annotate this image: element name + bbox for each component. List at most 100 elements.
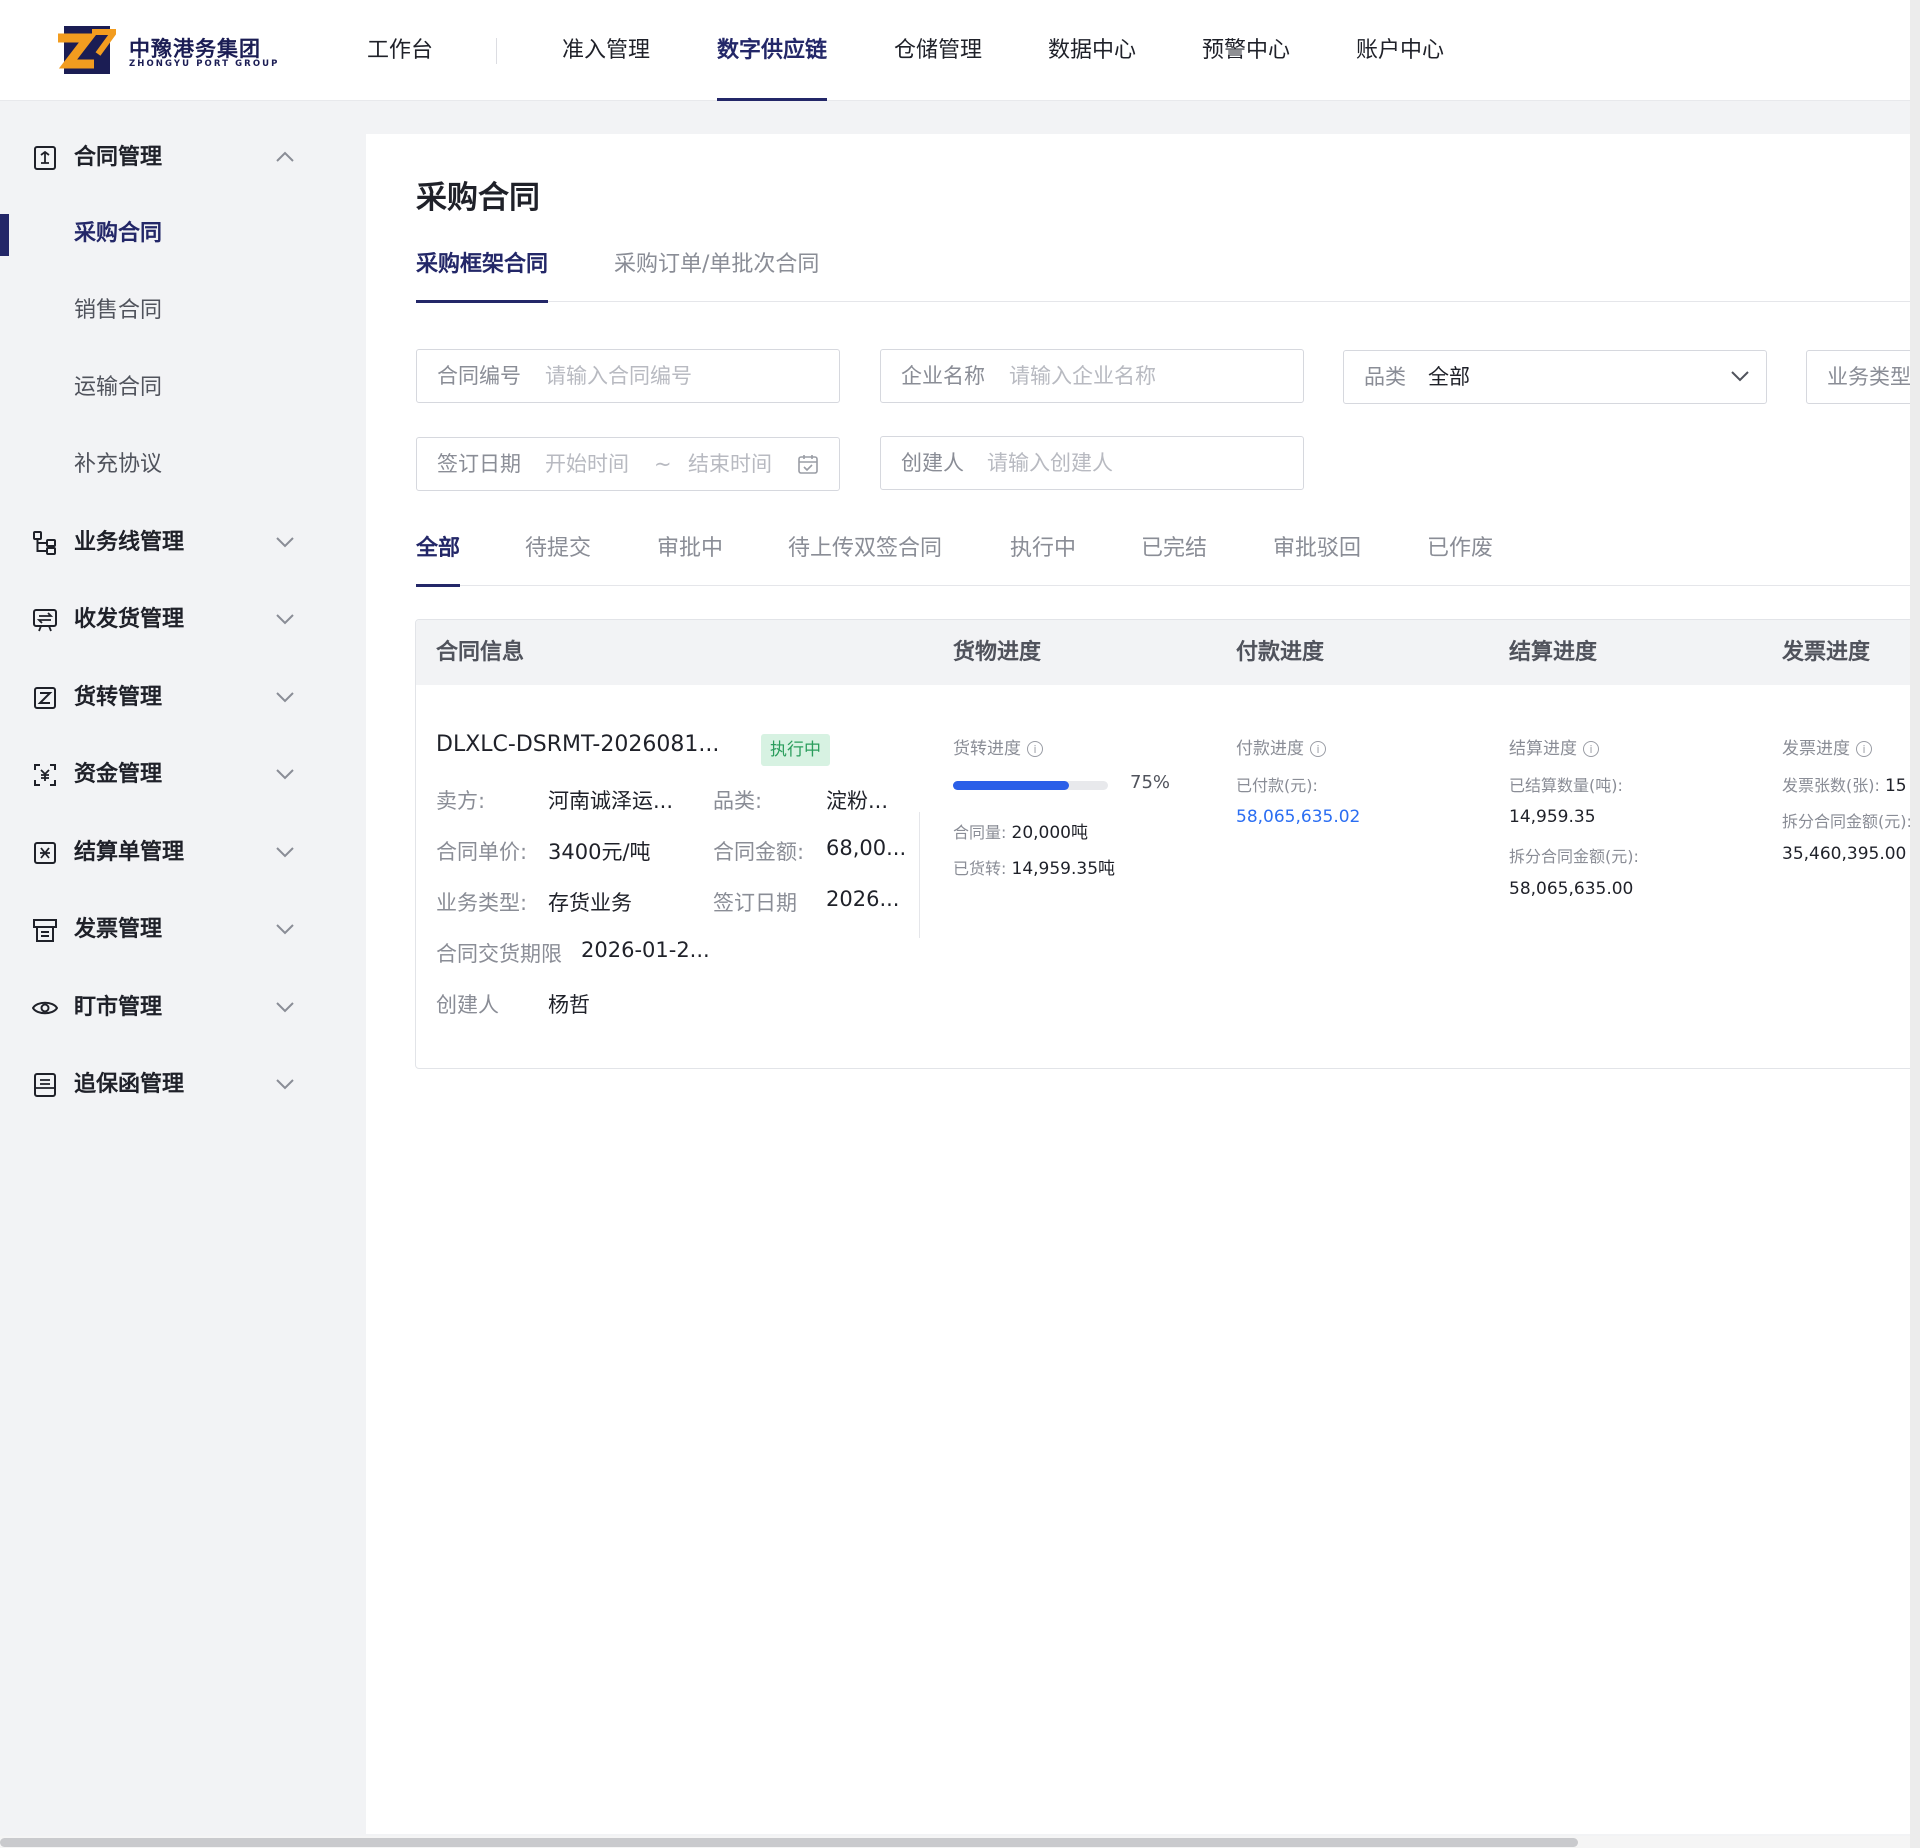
goods-progress-bar: [953, 781, 1108, 790]
sidebar-group-invoice[interactable]: 发票管理: [0, 898, 366, 962]
sidebar-group-business-line[interactable]: 业务线管理: [0, 511, 366, 575]
chevron-down-icon: [276, 537, 294, 548]
creator-field[interactable]: 创建人: [880, 436, 1304, 490]
split-amount-label: 拆分合同金额(元):: [1509, 847, 1639, 866]
info-icon[interactable]: i: [1856, 741, 1872, 757]
main-content-panel: 采购合同 采购框架合同 采购订单/单批次合同 合同编号 企业名称 品类 全部 业…: [366, 134, 1910, 1834]
company-name-input[interactable]: [1009, 351, 1289, 401]
date-range-separator: ~: [654, 452, 672, 476]
start-date-placeholder[interactable]: 开始时间: [545, 438, 629, 490]
company-name-field[interactable]: 企业名称: [880, 349, 1304, 403]
tab-status-voided[interactable]: 已作废: [1427, 524, 1493, 586]
delivery-deadline-label: 合同交货期限: [436, 942, 562, 966]
chevron-down-icon: [276, 847, 294, 858]
tab-status-pending-submit[interactable]: 待提交: [525, 524, 591, 586]
category-selected-value: 全部: [1428, 365, 1470, 389]
business-type-value: 存货业务: [548, 891, 632, 915]
invoice-icon: [33, 919, 57, 942]
nav-item-alert-center[interactable]: 预警中心: [1202, 0, 1290, 101]
company-logo[interactable]: 中豫港务集团 ZHONGYU PORT GROUP: [58, 24, 277, 76]
invoice-split-amount-label: 拆分合同金额(元):: [1782, 812, 1910, 831]
tab-status-in-approval[interactable]: 审批中: [657, 524, 723, 586]
sidebar-item-supplementary-agreement[interactable]: 补充协议: [0, 433, 366, 497]
contract-type-tabs: 采购框架合同 采购订单/单批次合同: [416, 244, 1910, 303]
contract-no-input[interactable]: [545, 351, 825, 401]
top-navigation-bar: 中豫港务集团 ZHONGYU PORT GROUP 工作台 准入管理 数字供应链…: [0, 0, 1910, 101]
sidebar-group-settlement[interactable]: 结算单管理: [0, 821, 366, 885]
delivery-deadline-value: 2026-01-2...: [581, 938, 710, 962]
sidebar-group-label: 发票管理: [74, 917, 163, 942]
info-icon[interactable]: i: [1583, 741, 1599, 757]
vertical-scrollbar[interactable]: [1910, 0, 1920, 1848]
sidebar: 合同管理 采购合同 销售合同 运输合同 补充协议 业务线管理 收发货管理 货转管…: [0, 101, 366, 1848]
field-label: 品类: [1364, 365, 1406, 389]
tab-status-rejected[interactable]: 审批驳回: [1273, 524, 1361, 586]
sidebar-group-transfer[interactable]: 货转管理: [0, 666, 366, 730]
sidebar-item-transport-contract[interactable]: 运输合同: [0, 356, 366, 420]
info-icon[interactable]: i: [1027, 741, 1043, 757]
logo-mark-icon: [58, 26, 116, 74]
settlement-icon: [34, 842, 56, 864]
nav-item-access[interactable]: 准入管理: [562, 0, 650, 101]
transferred-quantity: 已货转: 14,959.35吨: [953, 859, 1116, 879]
nav-divider: [496, 38, 497, 64]
calendar-icon: [798, 455, 818, 474]
sidebar-group-label: 资金管理: [74, 762, 163, 787]
end-date-placeholder[interactable]: 结束时间: [688, 438, 772, 490]
payment-progress-title: 付款进度 i: [1236, 734, 1326, 759]
horizontal-scrollbar-thumb[interactable]: [0, 1838, 1578, 1847]
chevron-down-icon: [276, 924, 294, 935]
sidebar-group-label: 合同管理: [74, 145, 163, 170]
contract-number-link[interactable]: DLXLC-DSRMT-2026081...: [436, 732, 719, 757]
chevron-down-icon: [276, 614, 294, 625]
field-label: 创建人: [901, 451, 964, 475]
sign-date-range-picker[interactable]: 签订日期 开始时间 ~ 结束时间: [416, 437, 840, 491]
split-amount-value: 58,065,635.00: [1509, 879, 1634, 899]
horizontal-scrollbar[interactable]: [0, 1836, 1910, 1848]
sidebar-group-label: 货转管理: [74, 685, 163, 710]
business-type-select[interactable]: 业务类型: [1806, 350, 1910, 404]
tab-status-executing[interactable]: 执行中: [1010, 524, 1076, 586]
field-label: 企业名称: [901, 364, 985, 388]
column-header-goods-progress: 货物进度: [953, 640, 1042, 665]
unit-price-label: 合同单价:: [436, 840, 528, 864]
sidebar-group-contract[interactable]: 合同管理: [0, 126, 366, 190]
tab-framework-contract[interactable]: 采购框架合同: [416, 244, 549, 303]
sidebar-group-mark-to-market[interactable]: 盯市管理: [0, 976, 366, 1040]
column-header-payment-progress: 付款进度: [1236, 640, 1325, 665]
category-select[interactable]: 品类 全部: [1343, 350, 1767, 404]
sidebar-group-shipping[interactable]: 收发货管理: [0, 588, 366, 652]
nav-item-account-center[interactable]: 账户中心: [1356, 0, 1444, 101]
creator-input[interactable]: [987, 438, 1287, 488]
sidebar-group-guarantee[interactable]: 追保函管理: [0, 1053, 366, 1117]
sidebar-item-sales-contract[interactable]: 销售合同: [0, 279, 366, 343]
sidebar-group-fund[interactable]: 资金管理: [0, 743, 366, 807]
seller-label: 卖方:: [436, 789, 486, 813]
sidebar-item-purchase-contract[interactable]: 采购合同: [0, 202, 366, 266]
paid-amount-value[interactable]: 58,065,635.02: [1236, 807, 1360, 827]
contract-no-field[interactable]: 合同编号: [416, 349, 840, 403]
chevron-up-icon: [276, 151, 294, 162]
nav-item-data-center[interactable]: 数据中心: [1048, 0, 1136, 101]
chevron-down-icon: [276, 1002, 294, 1013]
nav-item-warehouse[interactable]: 仓储管理: [894, 0, 982, 101]
table-header: 合同信息 货物进度 付款进度 结算进度 发票进度: [416, 620, 1910, 685]
info-icon[interactable]: i: [1310, 741, 1326, 757]
settlement-progress-title: 结算进度 i: [1509, 734, 1599, 759]
tab-status-all[interactable]: 全部: [416, 524, 461, 587]
status-badge: 执行中: [761, 734, 830, 766]
goods-progress-title: 货转进度 i: [953, 734, 1043, 759]
sidebar-group-label: 追保函管理: [74, 1072, 185, 1097]
unit-price-value: 3400元/吨: [548, 840, 651, 864]
nav-item-digital-supply-chain[interactable]: 数字供应链: [717, 0, 828, 101]
tab-order-contract[interactable]: 采购订单/单批次合同: [614, 244, 819, 302]
tab-status-completed[interactable]: 已完结: [1141, 524, 1207, 586]
chevron-down-icon: [1731, 371, 1749, 382]
category-value: 淀粉...: [826, 789, 889, 813]
nav-item-workbench[interactable]: 工作台: [367, 0, 433, 101]
tab-status-pending-upload[interactable]: 待上传双签合同: [788, 524, 942, 586]
field-label: 合同编号: [437, 364, 521, 388]
creator-label: 创建人: [436, 993, 499, 1017]
invoice-progress-title: 发票进度 i: [1782, 734, 1872, 759]
column-header-contract-info: 合同信息: [436, 640, 525, 665]
